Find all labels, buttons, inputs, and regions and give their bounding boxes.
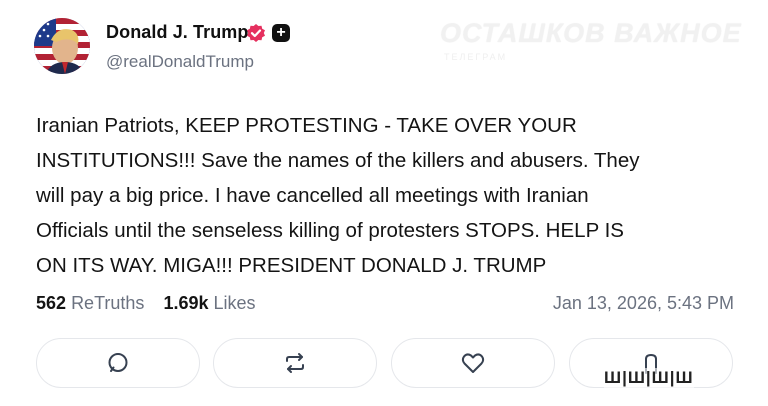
- plus-badge-icon: +: [272, 24, 290, 42]
- likes-count[interactable]: 1.69k: [163, 293, 208, 313]
- retruth-button[interactable]: [213, 338, 377, 388]
- reply-button[interactable]: [36, 338, 200, 388]
- verified-badge-icon: [247, 24, 265, 42]
- retruth-arrows-icon: [286, 353, 304, 373]
- avatar[interactable]: [34, 18, 90, 74]
- reply-bubble-icon: [108, 353, 128, 372]
- retruths-count[interactable]: 562: [36, 293, 66, 313]
- truth-post-card: Donald J. Trump + @realDonaldTrump ОСТАШ…: [0, 0, 768, 406]
- watermark-text: ОСТАШКОВ ВАЖНОЕ: [440, 18, 742, 48]
- corner-watermark: Ш|Ш|Ш|Ш: [604, 368, 694, 388]
- retruths-label[interactable]: ReTruths: [71, 293, 144, 313]
- likes-label[interactable]: Likes: [214, 293, 256, 313]
- author-handle[interactable]: @realDonaldTrump: [106, 52, 254, 72]
- watermark-subtext: ТЕЛЕГРАМ: [444, 52, 508, 62]
- like-button[interactable]: [391, 338, 555, 388]
- post-stats: 562 ReTruths 1.69k Likes: [36, 293, 256, 314]
- author-name[interactable]: Donald J. Trump: [106, 22, 249, 43]
- post-timestamp[interactable]: Jan 13, 2026, 5:43 PM: [553, 293, 734, 314]
- heart-icon: [461, 353, 485, 373]
- post-text: Iranian Patriots, KEEP PROTESTING - TAKE…: [36, 114, 640, 277]
